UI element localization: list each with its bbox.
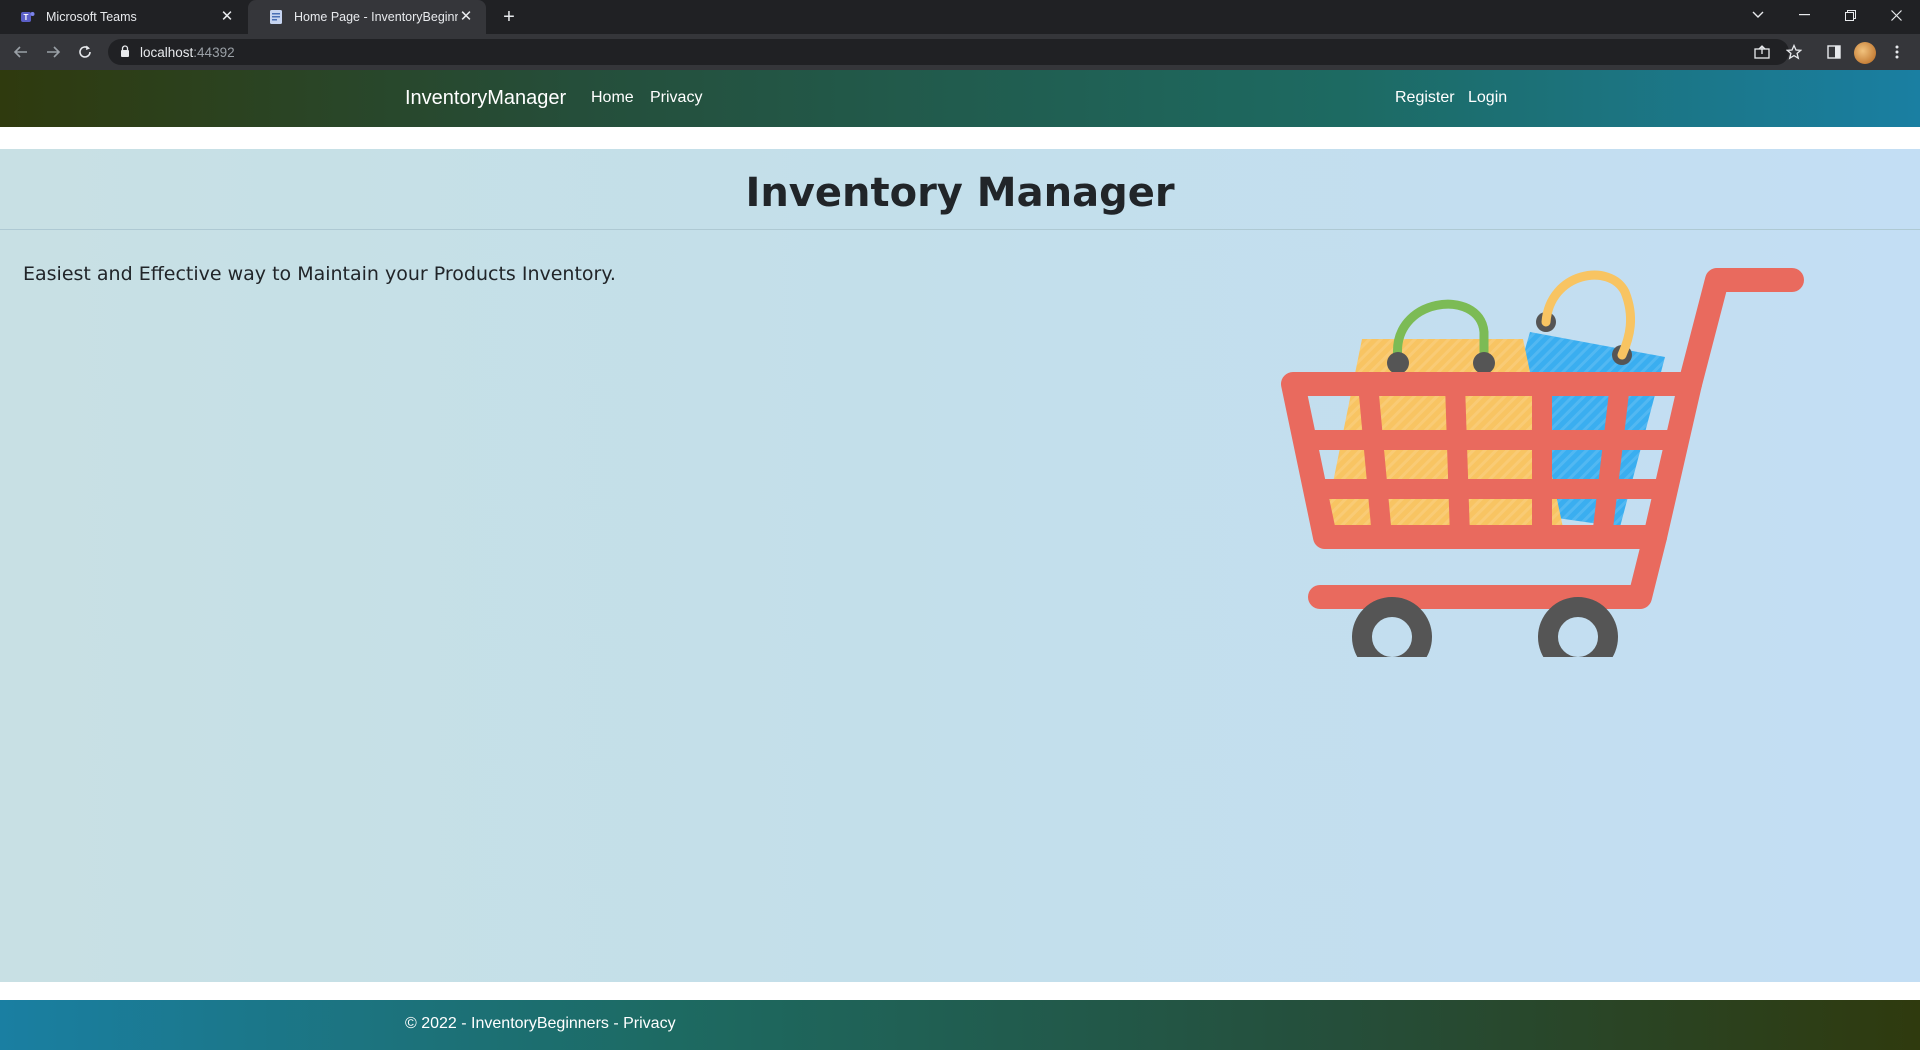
footer-privacy-link[interactable]: Privacy <box>623 1015 675 1032</box>
title-divider <box>0 229 1920 230</box>
reload-icon[interactable] <box>72 39 98 65</box>
close-tab-icon[interactable]: ✕ <box>219 9 235 25</box>
side-panel-icon[interactable] <box>1822 40 1846 64</box>
url-host: localhost <box>140 44 194 60</box>
footer-text: © 2022 - InventoryBeginners - Privacy <box>405 1015 676 1033</box>
page-icon <box>268 9 284 25</box>
share-icon[interactable] <box>1750 40 1774 64</box>
page-title: Inventory Manager <box>745 170 1175 216</box>
bookmark-star-icon[interactable] <box>1782 40 1806 64</box>
hero-section: Inventory Manager Easiest and Effective … <box>0 149 1920 982</box>
web-page: InventoryManager Home Privacy Register L… <box>0 70 1920 1050</box>
tab-title: Home Page - InventoryBeginners <box>294 10 458 24</box>
copyright-text: © 2022 - InventoryBeginners - <box>405 1015 624 1032</box>
tab-title: Microsoft Teams <box>46 10 137 24</box>
browser-toolbar: localhost:44392 <box>0 34 1920 70</box>
tab-search-icon[interactable] <box>1735 0 1781 30</box>
close-window-button[interactable] <box>1873 0 1919 30</box>
nav-link-login[interactable]: Login <box>1468 89 1507 107</box>
hero-tagline: Easiest and Effective way to Maintain yo… <box>23 263 616 285</box>
nav-link-home[interactable]: Home <box>591 89 634 107</box>
back-arrow-icon[interactable] <box>8 39 34 65</box>
profile-avatar[interactable] <box>1854 42 1876 64</box>
minimize-button[interactable] <box>1781 0 1827 30</box>
menu-kebab-icon[interactable] <box>1885 40 1909 64</box>
close-tab-icon[interactable]: ✕ <box>458 9 474 25</box>
navbar-divider <box>15 127 1905 129</box>
lock-icon <box>120 44 130 60</box>
tab-microsoft-teams[interactable]: T Microsoft Teams ✕ <box>0 0 247 34</box>
restore-button[interactable] <box>1827 0 1873 30</box>
teams-icon: T <box>20 9 36 25</box>
browser-tab-strip: T Microsoft Teams ✕ Home Page - Inventor… <box>0 0 1920 34</box>
url-port: :44392 <box>193 44 235 60</box>
nav-link-privacy[interactable]: Privacy <box>650 89 702 107</box>
forward-arrow-icon[interactable] <box>40 39 66 65</box>
new-tab-button[interactable]: + <box>498 6 520 28</box>
address-bar[interactable]: localhost:44392 <box>108 39 1789 65</box>
tab-home-page[interactable]: Home Page - InventoryBeginners ✕ <box>248 0 486 34</box>
shopping-cart-icon <box>1280 257 1820 677</box>
site-navbar: InventoryManager Home Privacy Register L… <box>0 70 1920 127</box>
site-footer: © 2022 - InventoryBeginners - Privacy <box>0 1000 1920 1050</box>
navbar-brand[interactable]: InventoryManager <box>405 87 566 110</box>
cart-wheels-shape <box>1352 597 1618 677</box>
nav-link-register[interactable]: Register <box>1395 89 1455 107</box>
svg-text:T: T <box>24 13 29 22</box>
